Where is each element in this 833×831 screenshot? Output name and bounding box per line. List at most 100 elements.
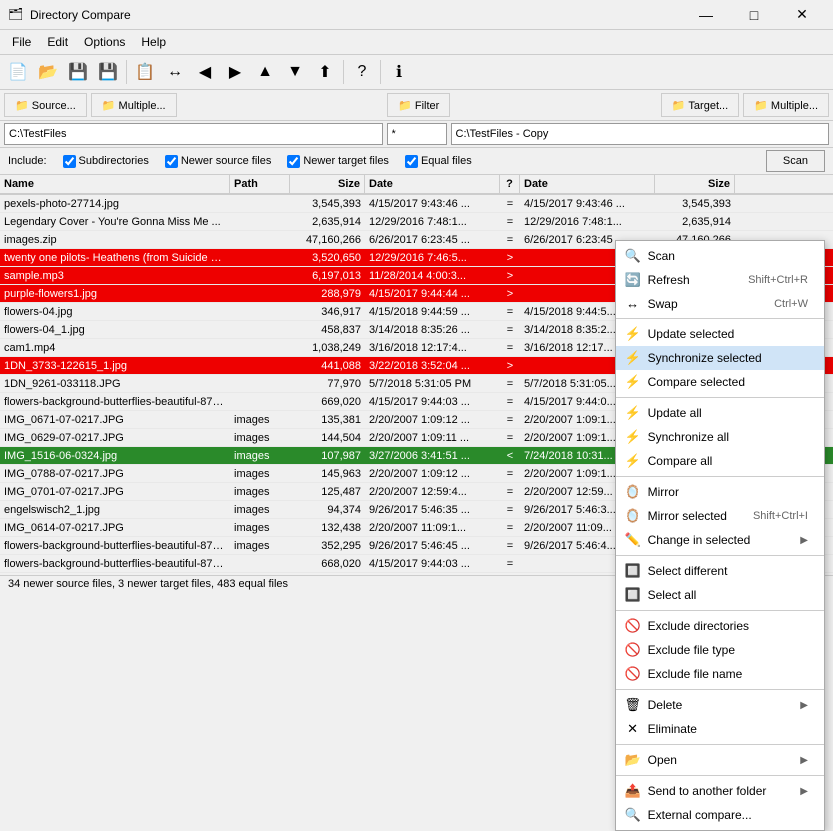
- cell-size-left: 47,160,266: [290, 233, 365, 247]
- table-row[interactable]: pexels-photo-27714.jpg 3,545,393 4/15/20…: [0, 195, 833, 213]
- close-button[interactable]: ✕: [779, 4, 825, 26]
- header-path[interactable]: Path: [230, 175, 290, 193]
- ctx-compare-selected[interactable]: ⚡ Compare selected: [616, 370, 824, 394]
- filter-button[interactable]: 📁 Filter: [387, 93, 450, 117]
- cell-size-left: 669,020: [290, 395, 365, 409]
- cell-size-left: 107,987: [290, 449, 365, 463]
- toolbar-new[interactable]: 📄: [4, 58, 32, 86]
- ctx-eliminate-icon: ✕: [624, 721, 642, 737]
- cell-size-left: 288,979: [290, 287, 365, 301]
- ctx-mirror-selected-label: Mirror selected: [648, 509, 727, 523]
- ctx-swap[interactable]: ↔ Swap Ctrl+W: [616, 292, 824, 315]
- ctx-scan[interactable]: 🔍 Scan: [616, 244, 824, 268]
- toolbar-arrow[interactable]: ⬆: [311, 58, 339, 86]
- toolbar-right[interactable]: ▶: [221, 58, 249, 86]
- pattern-input[interactable]: [387, 123, 447, 145]
- ctx-sync-all[interactable]: ⚡ Synchronize all: [616, 425, 824, 449]
- cell-name: IMG_0671-07-0217.JPG: [0, 413, 230, 427]
- toolbar-swap[interactable]: ↔: [161, 58, 189, 86]
- cell-diff: =: [500, 503, 520, 517]
- cell-date-left: 4/15/2017 9:44:03 ...: [365, 395, 500, 409]
- cell-path: images: [230, 539, 290, 553]
- cell-diff: =: [500, 431, 520, 445]
- toolbar-info[interactable]: ℹ: [385, 58, 413, 86]
- toolbar-left[interactable]: ◀: [191, 58, 219, 86]
- ctx-send-to-folder[interactable]: 📤 Send to another folder ▶: [616, 779, 824, 803]
- toolbar-up[interactable]: ▲: [251, 58, 279, 86]
- ctx-change-selected[interactable]: ✏️ Change in selected ▶: [616, 528, 824, 552]
- toolbar-save[interactable]: 💾: [64, 58, 92, 86]
- cell-name: cam1.mp4: [0, 341, 230, 355]
- cell-path: [230, 257, 290, 259]
- ctx-exclude-type[interactable]: 🚫 Exclude file type: [616, 638, 824, 662]
- ctx-compare-all[interactable]: ⚡ Compare all: [616, 449, 824, 473]
- menu-help[interactable]: Help: [133, 32, 174, 52]
- header-name[interactable]: Name: [0, 175, 230, 193]
- menu-options[interactable]: Options: [76, 32, 133, 52]
- left-path-input[interactable]: [4, 123, 383, 145]
- toolbar-help[interactable]: ?: [348, 58, 376, 86]
- ctx-eliminate[interactable]: ✕ Eliminate: [616, 717, 824, 741]
- ctx-sync-selected[interactable]: ⚡ Synchronize selected: [616, 346, 824, 370]
- newer-target-check[interactable]: Newer target files: [287, 155, 389, 168]
- maximize-button[interactable]: □: [731, 4, 777, 26]
- ctx-change-selected-icon: ✏️: [624, 532, 642, 548]
- ctx-sync-all-icon: ⚡: [624, 429, 642, 445]
- cell-date-left: 3/22/2018 3:52:04 ...: [365, 359, 500, 373]
- toolbar-save-as[interactable]: 💾: [94, 58, 122, 86]
- scan-button[interactable]: Scan: [766, 150, 825, 172]
- source-button[interactable]: 📁 Source...: [4, 93, 87, 117]
- subdirectories-check[interactable]: Subdirectories: [63, 155, 149, 168]
- header-size-left[interactable]: Size: [290, 175, 365, 193]
- equal-files-check[interactable]: Equal files: [405, 155, 472, 168]
- cell-diff: >: [500, 287, 520, 301]
- ctx-mirror-selected[interactable]: 🪞 Mirror selected Shift+Ctrl+I: [616, 504, 824, 528]
- toolbar-copy[interactable]: 📋: [131, 58, 159, 86]
- cell-date-left: 2/20/2007 1:09:12 ...: [365, 413, 500, 427]
- cell-date-left: 2/20/2007 12:59:4...: [365, 485, 500, 499]
- minimize-button[interactable]: —: [683, 4, 729, 26]
- target-button[interactable]: 📁 Target...: [661, 93, 739, 117]
- cell-diff: =: [500, 341, 520, 355]
- menu-file[interactable]: File: [4, 32, 39, 52]
- ctx-select-different-icon: 🔲: [624, 563, 642, 579]
- context-menu: 🔍 Scan 🔄 Refresh Shift+Ctrl+R ↔ Swap Ctr…: [615, 240, 825, 831]
- ctx-select-different[interactable]: 🔲 Select different: [616, 559, 824, 583]
- multiple-left-button[interactable]: 📁 Multiple...: [91, 93, 177, 117]
- ctx-open[interactable]: 📂 Open ▶: [616, 748, 824, 772]
- ctx-separator-13: [616, 610, 824, 611]
- menu-edit[interactable]: Edit: [39, 32, 76, 52]
- cell-diff: =: [500, 467, 520, 481]
- header-date-left[interactable]: Date: [365, 175, 500, 193]
- ctx-exclude-name[interactable]: 🚫 Exclude file name: [616, 662, 824, 686]
- header-diff[interactable]: ?: [500, 175, 520, 193]
- header-date-right[interactable]: Date: [520, 175, 655, 193]
- ctx-refresh[interactable]: 🔄 Refresh Shift+Ctrl+R: [616, 268, 824, 292]
- ctx-mirror-selected-shortcut: Shift+Ctrl+I: [753, 510, 808, 522]
- ctx-update-selected[interactable]: ⚡ Update selected: [616, 322, 824, 346]
- ctx-separator-5: [616, 397, 824, 398]
- file-list-header: Name Path Size Date ? Date Size: [0, 175, 833, 195]
- cell-name: IMG_0614-07-0217.JPG: [0, 521, 230, 535]
- header-size-right[interactable]: Size: [655, 175, 735, 193]
- filter-bar: Include: Subdirectories Newer source fil…: [0, 148, 833, 175]
- ctx-swap-shortcut: Ctrl+W: [774, 298, 808, 310]
- ctx-mirror-icon: 🪞: [624, 484, 642, 500]
- toolbar-down[interactable]: ▼: [281, 58, 309, 86]
- right-path-input[interactable]: [451, 123, 830, 145]
- ctx-select-all[interactable]: 🔲 Select all: [616, 583, 824, 607]
- multiple-right-button[interactable]: 📁 Multiple...: [743, 93, 829, 117]
- ctx-external-compare[interactable]: 🔍 External compare...: [616, 803, 824, 827]
- toolbar-open[interactable]: 📂: [34, 58, 62, 86]
- cell-diff: =: [500, 395, 520, 409]
- ctx-exclude-dirs[interactable]: 🚫 Exclude directories: [616, 614, 824, 638]
- cell-size-left: 125,487: [290, 485, 365, 499]
- ctx-mirror[interactable]: 🪞 Mirror: [616, 480, 824, 504]
- ctx-update-all[interactable]: ⚡ Update all: [616, 401, 824, 425]
- ctx-delete[interactable]: 🗑 Delete ▶: [616, 693, 824, 717]
- ctx-compare-selected-label: Compare selected: [648, 375, 808, 389]
- table-row[interactable]: Legendary Cover - You're Gonna Miss Me .…: [0, 213, 833, 231]
- newer-source-check[interactable]: Newer source files: [165, 155, 271, 168]
- cell-path: images: [230, 467, 290, 481]
- cell-name: images.zip: [0, 233, 230, 247]
